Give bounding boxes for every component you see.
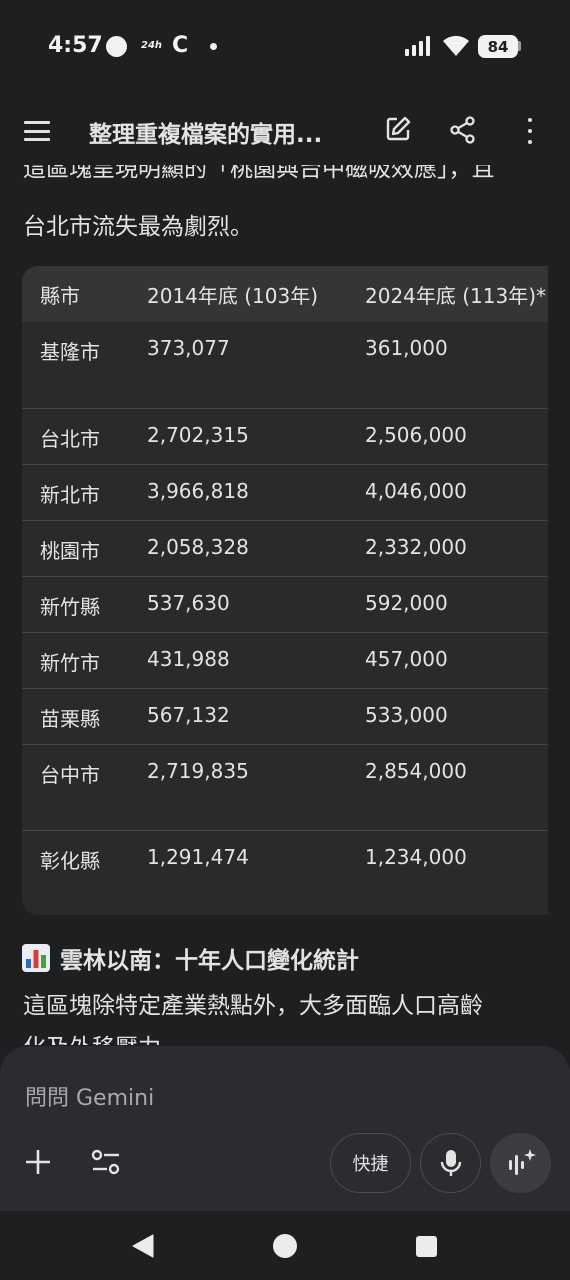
- table-cell: 桃園市: [22, 520, 129, 577]
- table-cell: 2,332,000: [347, 520, 548, 577]
- section-heading-text: 雲林以南：十年人口變化統計: [60, 948, 359, 974]
- chat-content[interactable]: 這區塊呈現明顯的「桃園與台中磁吸效應」，且 台北市流失最為劇烈。 縣市 2014…: [0, 165, 570, 1045]
- table-cell: 373,077: [129, 322, 347, 409]
- section-paragraph: 這區塊除特定產業熱點外，大多面臨人口高齡 化及外移壓力。: [23, 985, 483, 1045]
- more-notifications-dot-icon: [210, 43, 217, 50]
- recent-apps-icon[interactable]: [416, 1236, 437, 1257]
- table-row: 台北市 2,702,315 2,506,000: [22, 408, 548, 465]
- population-table[interactable]: 縣市 2014年底 (103年) 2024年底 (113年)* 基隆市 373,…: [22, 266, 548, 915]
- add-icon[interactable]: [25, 1149, 51, 1175]
- table-cell: 533,000: [347, 688, 548, 745]
- table-cell: 361,000: [347, 322, 548, 409]
- table-row: 基隆市 373,077 361,000: [22, 322, 548, 409]
- microphone-button[interactable]: [420, 1133, 481, 1193]
- home-icon[interactable]: [273, 1234, 297, 1258]
- table-cell: 2,058,328: [129, 520, 347, 577]
- table-cell: 537,630: [129, 576, 347, 633]
- prompt-input[interactable]: 問問 Gemini: [25, 1080, 154, 1112]
- table-cell: 592,000: [347, 576, 548, 633]
- table-header-row: 縣市 2014年底 (103年) 2024年底 (113年)*: [22, 266, 548, 322]
- gemini-live-button[interactable]: [490, 1133, 551, 1193]
- table-header-cell: 2014年底 (103年): [147, 283, 319, 308]
- conversation-title[interactable]: 整理重複檔案的實用...: [89, 115, 322, 149]
- population-table-grid: 縣市 2014年底 (103年) 2024年底 (113年)* 基隆市 373,…: [22, 266, 548, 915]
- table-row: 苗栗縣 567,132 533,000: [22, 688, 548, 745]
- table-cell: 苗栗縣: [22, 688, 129, 745]
- table-cell: 457,000: [347, 632, 548, 689]
- 24h-indicator-icon: 24h: [141, 40, 163, 51]
- more-vert-icon[interactable]: [525, 118, 535, 144]
- table-cell: 台中市: [22, 744, 129, 831]
- table-cell: 台北市: [22, 408, 129, 465]
- paragraph-line: 台北市流失最為劇烈。: [23, 214, 253, 240]
- table-cell: 567,132: [129, 688, 347, 745]
- table-row: 新竹縣 537,630 592,000: [22, 576, 548, 633]
- table-header-cell: 2024年底 (113年)*: [365, 283, 547, 308]
- table-cell: 新北市: [22, 464, 129, 521]
- table-cell: 2,719,835: [129, 744, 347, 831]
- status-bar: 4:57 24h C 84: [0, 0, 570, 95]
- status-time: 4:57: [48, 33, 103, 58]
- table-cell: 1,291,474: [147, 844, 249, 869]
- battery-icon: 84: [478, 35, 518, 58]
- paragraph-line: 化及外移壓力。: [23, 1027, 483, 1045]
- bar-chart-emoji-icon: [22, 944, 50, 972]
- system-nav-bar: [0, 1211, 570, 1280]
- table-row: 新北市 3,966,818 4,046,000: [22, 464, 548, 521]
- share-icon[interactable]: [450, 116, 476, 144]
- table-cell: 4,046,000: [347, 464, 548, 521]
- table-header-cell: 縣市: [40, 283, 80, 308]
- edit-icon[interactable]: [384, 115, 412, 143]
- table-row: 台中市 2,719,835 2,854,000: [22, 744, 548, 831]
- table-cell: 2,854,000: [347, 744, 548, 831]
- battery-tip: [518, 41, 521, 51]
- paragraph-partial-line: 這區塊呈現明顯的「桃園與台中磁吸效應」，且: [23, 165, 495, 182]
- microphone-icon: [440, 1150, 461, 1176]
- table-cell: 3,966,818: [129, 464, 347, 521]
- notification-dot-icon: [106, 36, 127, 57]
- cell-signal-icon: [405, 36, 430, 56]
- table-cell: 新竹市: [22, 632, 129, 689]
- back-icon[interactable]: [132, 1234, 154, 1258]
- table-row: 新竹市 431,988 457,000: [22, 632, 548, 689]
- tools-settings-icon[interactable]: [91, 1149, 121, 1175]
- table-row: 彰化縣 1,291,474 1,234,000: [22, 830, 548, 915]
- section-heading: 雲林以南：十年人口變化統計: [22, 941, 359, 975]
- app-bar: 整理重複檔案的實用...: [0, 100, 570, 162]
- wifi-icon: [443, 35, 469, 56]
- quick-button[interactable]: 快捷: [330, 1133, 411, 1193]
- gemini-live-icon: [508, 1149, 536, 1175]
- paragraph-line: 這區塊除特定產業熱點外，大多面臨人口高齡: [23, 993, 483, 1019]
- table-cell: 新竹縣: [22, 576, 129, 633]
- table-cell: 1,234,000: [365, 844, 467, 869]
- table-cell: 彰化縣: [40, 848, 100, 873]
- table-cell: 2,702,315: [129, 408, 347, 465]
- table-cell: 431,988: [129, 632, 347, 689]
- app-notification-c-icon: C: [172, 33, 189, 58]
- table-cell: 基隆市: [22, 322, 129, 409]
- prompt-composer: 問問 Gemini 快捷: [0, 1046, 570, 1211]
- table-cell: 2,506,000: [347, 408, 548, 465]
- table-row: 桃園市 2,058,328 2,332,000: [22, 520, 548, 577]
- hamburger-menu-icon[interactable]: [24, 118, 52, 144]
